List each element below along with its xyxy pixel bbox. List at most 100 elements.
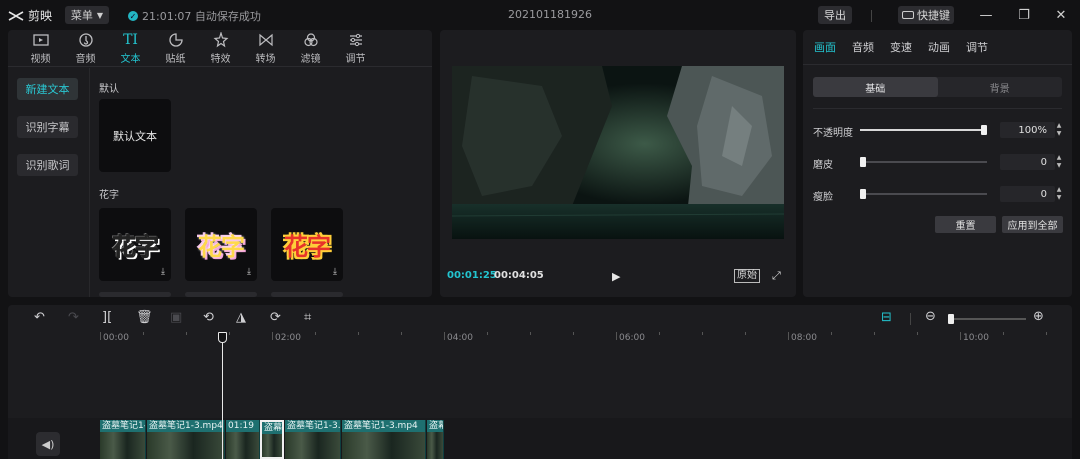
- slider-handle[interactable]: [981, 125, 987, 135]
- ruler-minor-tick: [401, 332, 402, 335]
- save-status: ✓ 21:01:07 自动保存成功: [128, 8, 261, 24]
- opacity-value-input[interactable]: 100%: [1000, 122, 1055, 138]
- tab-speed[interactable]: 变速: [890, 39, 912, 55]
- tab-label: 转场: [255, 54, 276, 65]
- tab-video[interactable]: 视频: [18, 30, 63, 67]
- tab-audio[interactable]: 音频: [852, 39, 874, 55]
- tab-animation[interactable]: 动画: [928, 39, 950, 55]
- download-icon[interactable]: ⤓: [161, 267, 165, 277]
- maximize-icon[interactable]: ❐: [1014, 6, 1034, 24]
- play-icon[interactable]: ▶: [612, 270, 620, 283]
- slider-handle[interactable]: [860, 157, 866, 167]
- ruler-minor-tick: [315, 332, 316, 335]
- segment-background[interactable]: 背景: [938, 77, 1063, 97]
- video-preview[interactable]: [452, 66, 784, 239]
- divider: [813, 108, 1062, 109]
- tab-filter[interactable]: 滤镜: [288, 30, 333, 67]
- ruler-major-tick: [616, 332, 617, 340]
- zoom-slider[interactable]: [948, 314, 1026, 324]
- stepper-icon[interactable]: ▲ ▼: [1055, 122, 1063, 138]
- fancy-text-card[interactable]: 花字 ⤓: [271, 208, 343, 281]
- recognize-subtitles-button[interactable]: 识别字幕: [17, 116, 78, 138]
- fancy-text-card[interactable]: 花字 ⤓: [185, 208, 257, 281]
- chevron-down-icon: ▼: [96, 10, 104, 20]
- snap-link-icon[interactable]: ⊟: [881, 310, 892, 325]
- tab-audio[interactable]: 音频: [63, 30, 108, 67]
- fancy-text-card[interactable]: [99, 292, 171, 297]
- ruler-minor-tick: [530, 332, 531, 335]
- zoom-in-icon[interactable]: ⊕: [1033, 309, 1044, 324]
- fullscreen-icon[interactable]: ⤢: [772, 269, 781, 283]
- slider-handle[interactable]: [860, 189, 866, 199]
- default-text-label: 默认文本: [113, 129, 157, 143]
- slim-face-value-input[interactable]: 0: [1000, 186, 1055, 202]
- opacity-label: 不透明度: [813, 128, 853, 139]
- download-icon[interactable]: ⤓: [333, 267, 337, 277]
- minimize-icon[interactable]: —: [976, 6, 996, 24]
- recognize-lyrics-button[interactable]: 识别歌词: [17, 154, 78, 176]
- stepper-icon[interactable]: ▲ ▼: [1055, 186, 1063, 202]
- split-icon[interactable]: ][: [102, 310, 112, 325]
- opacity-slider[interactable]: [860, 125, 987, 135]
- tab-adjust[interactable]: 调节: [966, 39, 988, 55]
- video-clip[interactable]: 盗墓笔记1-3.: [285, 420, 341, 459]
- video-clip[interactable]: 盗幕: [427, 420, 444, 459]
- ruler-minor-tick: [186, 332, 187, 335]
- export-button[interactable]: 导出: [818, 6, 852, 24]
- tab-text[interactable]: TI 文本: [108, 30, 153, 67]
- playhead-handle[interactable]: [218, 332, 227, 343]
- new-text-button[interactable]: 新建文本: [17, 78, 78, 100]
- redo-icon[interactable]: ↷: [68, 310, 79, 325]
- undo-icon[interactable]: ↶: [34, 310, 45, 325]
- zoom-out-icon[interactable]: ⊖: [925, 309, 936, 324]
- shortcut-button[interactable]: 快捷键: [898, 6, 954, 24]
- tab-picture[interactable]: 画面: [814, 39, 836, 55]
- smooth-skin-label: 磨皮: [813, 160, 833, 171]
- clip-label: 盗幕: [427, 420, 443, 432]
- stepper-icon[interactable]: ▲ ▼: [1055, 154, 1063, 170]
- rotate-icon[interactable]: ⟳: [270, 310, 281, 325]
- fancy-text-card[interactable]: 花字 ⤓: [99, 208, 171, 281]
- text-icon: TI: [123, 32, 138, 48]
- ruler-minor-tick: [831, 332, 832, 335]
- smooth-skin-slider[interactable]: [860, 157, 987, 167]
- tab-transition[interactable]: 转场: [243, 30, 288, 67]
- crop-icon[interactable]: ⌗: [304, 310, 311, 325]
- ruler-minor-tick: [229, 332, 230, 335]
- video-clip[interactable]: 盗墓笔记1-3.mp4: [147, 420, 225, 459]
- download-icon[interactable]: ⤓: [247, 267, 251, 277]
- fancy-text-preview: 花字: [284, 233, 331, 261]
- slim-face-slider[interactable]: [860, 189, 987, 199]
- time-ruler[interactable]: 00:00 02:00 04:00 06:00 08:00 10:00: [98, 332, 1072, 346]
- video-clip[interactable]: 盗墓笔记1-3.mp4: [342, 420, 426, 459]
- default-text-card[interactable]: 默认文本: [99, 99, 171, 172]
- ruler-time-label: 02:00: [275, 333, 301, 343]
- tab-effects[interactable]: 特效: [198, 30, 243, 67]
- reset-button[interactable]: 重置: [935, 216, 996, 233]
- fancy-text-preview: 花字: [112, 233, 160, 262]
- title-bar: 剪映 菜单 ▼ ✓ 21:01:07 自动保存成功 202101181926 导…: [0, 0, 1080, 30]
- smooth-skin-value-input[interactable]: 0: [1000, 154, 1055, 170]
- zoom-slider-handle[interactable]: [948, 314, 954, 324]
- menu-button[interactable]: 菜单 ▼: [65, 6, 109, 24]
- fancy-text-card[interactable]: [185, 292, 257, 297]
- playhead[interactable]: [222, 332, 223, 459]
- tab-sticker[interactable]: 贴纸: [153, 30, 198, 67]
- ruler-minor-tick: [917, 332, 918, 335]
- fancy-text-card[interactable]: [271, 292, 343, 297]
- apply-to-all-button[interactable]: 应用到全部: [1002, 216, 1063, 233]
- close-icon[interactable]: ✕: [1051, 6, 1071, 24]
- mirror-icon[interactable]: ◮: [236, 310, 246, 325]
- ruler-time-label: 06:00: [619, 333, 645, 343]
- delete-icon[interactable]: 🗑: [136, 310, 153, 325]
- reverse-icon[interactable]: ⟲: [203, 310, 214, 325]
- section-fancy-title: 花字: [99, 190, 119, 201]
- mute-track-icon[interactable]: ◀): [36, 432, 60, 456]
- aspect-original-button[interactable]: 原始: [734, 269, 760, 283]
- segment-basic[interactable]: 基础: [813, 77, 938, 97]
- freeze-frame-icon[interactable]: ▣: [170, 310, 182, 325]
- tab-adjust[interactable]: 调节: [333, 30, 378, 67]
- video-clip[interactable]: 01:19: [226, 420, 260, 459]
- video-clip[interactable]: 盗幕: [260, 420, 284, 459]
- video-clip[interactable]: 盗墓笔记1-: [100, 420, 146, 459]
